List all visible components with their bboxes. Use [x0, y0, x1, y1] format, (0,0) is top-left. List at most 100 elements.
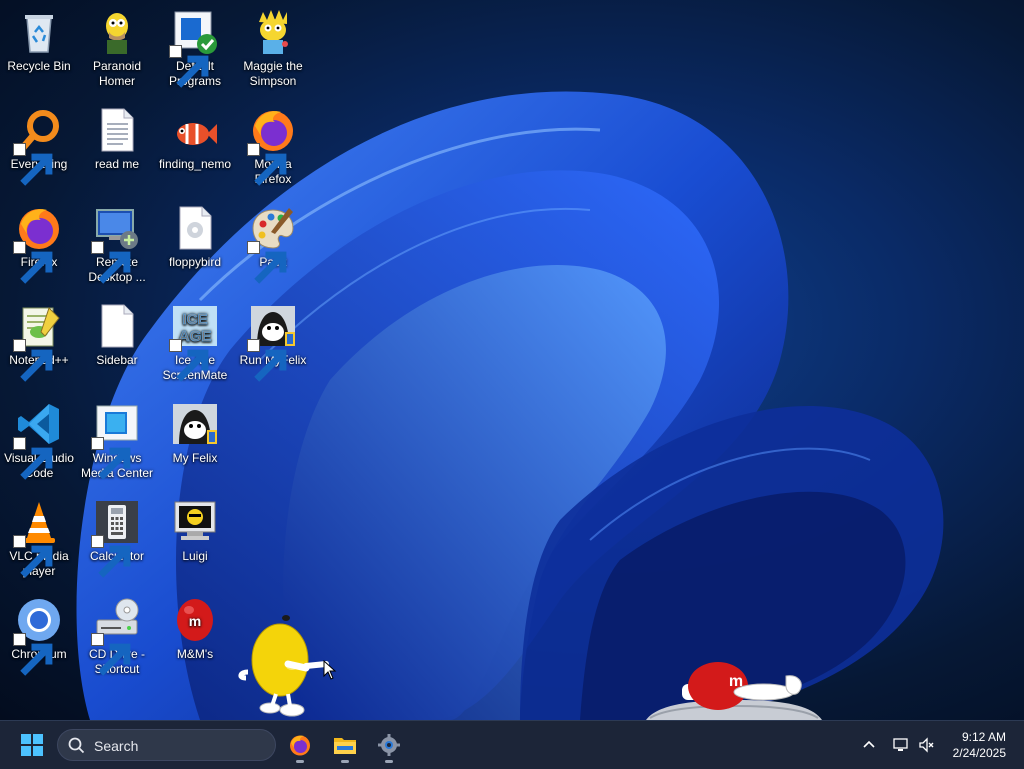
blank-document-icon: [93, 302, 141, 350]
desktop-icon-notepad-plus-plus[interactable]: Notepad++: [0, 296, 78, 392]
icon-label: read me: [94, 157, 140, 171]
recycle-bin-icon: [15, 8, 63, 56]
running-indicator: [296, 760, 304, 763]
icon-label: floppybird: [168, 255, 222, 269]
remote-desktop-icon: [91, 204, 141, 284]
desktop-icon-recycle-bin[interactable]: Recycle Bin: [0, 2, 78, 98]
red-m-and-m-mascot[interactable]: m: [646, 656, 822, 720]
shortcut-arrow-icon: [13, 143, 53, 186]
calculator-icon: [91, 498, 141, 578]
shortcut-arrow-icon: [247, 143, 287, 186]
ice-age-icon: ICE AGE: [169, 302, 219, 382]
desktop-icon-mozilla-firefox[interactable]: Mozilla Firefox: [234, 100, 312, 196]
shortcut-arrow-icon: [169, 339, 209, 382]
shortcut-arrow-icon: [247, 241, 287, 284]
shortcut-arrow-icon: [13, 535, 53, 578]
shortcut-arrow-icon: [91, 535, 131, 578]
red-m-and-m-icon: m: [171, 596, 219, 644]
clock-date: 2/24/2025: [952, 746, 1006, 760]
nemo-fish-icon: [171, 106, 219, 154]
cd-drive-icon: [91, 596, 141, 676]
paint-palette-icon: [247, 204, 297, 284]
shortcut-arrow-icon: [169, 45, 209, 88]
luigi-monitor-icon: [171, 498, 219, 546]
desktop-icon-default-programs[interactable]: Default Programs: [156, 2, 234, 98]
icon-label: Luigi: [182, 549, 208, 563]
vlc-cone-icon: [13, 498, 63, 578]
shortcut-arrow-icon: [91, 241, 131, 284]
firefox-icon: [290, 735, 310, 756]
desktop-icon-ice-age-screenmate[interactable]: ICE AGE Ice Age ScreenMate: [156, 296, 234, 392]
desktop-icon-cd-drive-shortcut[interactable]: CD Drive - Shortcut: [78, 590, 156, 686]
felix-cat-icon: [171, 400, 219, 448]
shortcut-arrow-icon: [13, 241, 53, 284]
start-button[interactable]: [12, 725, 52, 765]
desktop-icon-chromium[interactable]: Chromium: [0, 590, 78, 686]
vscode-icon: [13, 400, 63, 480]
desktop-icon-vlc[interactable]: VLC media player: [0, 492, 78, 588]
icon-label: Maggie the Simpson: [243, 59, 303, 88]
taskbar-clock[interactable]: 9:12 AM 2/24/2025: [953, 729, 1006, 761]
desktop-icon-visual-studio-code[interactable]: Visual Studio Code: [0, 394, 78, 490]
taskbar-search-box[interactable]: Search: [57, 729, 276, 761]
desktop-icon-firefox[interactable]: Firefox: [0, 198, 78, 294]
network-icon[interactable]: [892, 736, 910, 754]
desktop-icon-read-me[interactable]: read me: [78, 100, 156, 196]
generic-file-icon: [171, 204, 219, 252]
yellow-m-and-m-mascot[interactable]: [236, 610, 336, 720]
desktop-icon-floppybird[interactable]: floppybird: [156, 198, 234, 294]
search-icon: [68, 737, 85, 754]
desktop-icon-finding-nemo[interactable]: finding_nemo: [156, 100, 234, 196]
desktop-icon-paranoid-homer[interactable]: Paranoid Homer: [78, 2, 156, 98]
firefox-icon: [13, 204, 63, 284]
settings-gear-icon: [378, 734, 400, 756]
shortcut-arrow-icon: [13, 633, 53, 676]
shortcut-arrow-icon: [13, 339, 53, 382]
homer-simpson-icon: [93, 8, 141, 56]
clock-time: 9:12 AM: [961, 730, 1006, 744]
svg-text:m: m: [189, 613, 201, 629]
windows-media-center-icon: [91, 400, 141, 480]
default-programs-icon: [169, 8, 219, 88]
text-document-icon: [93, 106, 141, 154]
system-tray: 9:12 AM 2/24/2025: [850, 721, 1024, 769]
felix-cat-icon: [247, 302, 297, 382]
desktop-icon-luigi[interactable]: Luigi: [156, 492, 234, 588]
mouse-cursor-icon: [323, 659, 337, 685]
taskbar-firefox-button[interactable]: [280, 725, 320, 765]
everything-search-icon: [13, 106, 63, 186]
windows-logo-icon: [21, 734, 43, 756]
desktop-icon-my-felix[interactable]: My Felix: [156, 394, 234, 490]
running-indicator: [341, 760, 349, 763]
taskbar-file-explorer-button[interactable]: [325, 725, 365, 765]
desktop-icon-everything[interactable]: Everything: [0, 100, 78, 196]
taskbar-settings-button[interactable]: [369, 725, 409, 765]
show-hidden-icons-chevron-icon[interactable]: [862, 738, 876, 752]
firefox-icon: [247, 106, 297, 186]
shortcut-arrow-icon: [91, 633, 131, 676]
notepad-plus-plus-icon: [13, 302, 63, 382]
desktop-icon-windows-media-center[interactable]: Windows Media Center: [78, 394, 156, 490]
desktop-icon-run-myfelix[interactable]: Run MyFelix: [234, 296, 312, 392]
file-explorer-icon: [334, 738, 356, 754]
volume-muted-icon[interactable]: [918, 736, 936, 754]
icon-label: Paranoid Homer: [92, 59, 142, 88]
desktop-icon-m-and-ms[interactable]: m M&M's: [156, 590, 234, 686]
shortcut-arrow-icon: [13, 437, 53, 480]
chromium-icon: [13, 596, 63, 676]
icon-label: Recycle Bin: [7, 59, 71, 73]
desktop-icon-paint[interactable]: Paint: [234, 198, 312, 294]
shortcut-arrow-icon: [247, 339, 287, 382]
icon-label: finding_nemo: [158, 157, 232, 171]
desktop-icon-maggie-the-simpson[interactable]: Maggie the Simpson: [234, 2, 312, 98]
maggie-simpson-icon: [249, 8, 297, 56]
desktop-icon-calculator[interactable]: Calculator: [78, 492, 156, 588]
icon-label: M&M's: [176, 647, 214, 661]
shortcut-arrow-icon: [91, 437, 131, 480]
desktop-icon-remote-desktop[interactable]: Remote Desktop ...: [78, 198, 156, 294]
icon-label: Sidebar: [96, 353, 138, 367]
desktop-icon-sidebar[interactable]: Sidebar: [78, 296, 156, 392]
icon-label: My Felix: [172, 451, 218, 465]
search-placeholder: Search: [94, 738, 139, 754]
svg-text:ICE: ICE: [182, 311, 207, 328]
